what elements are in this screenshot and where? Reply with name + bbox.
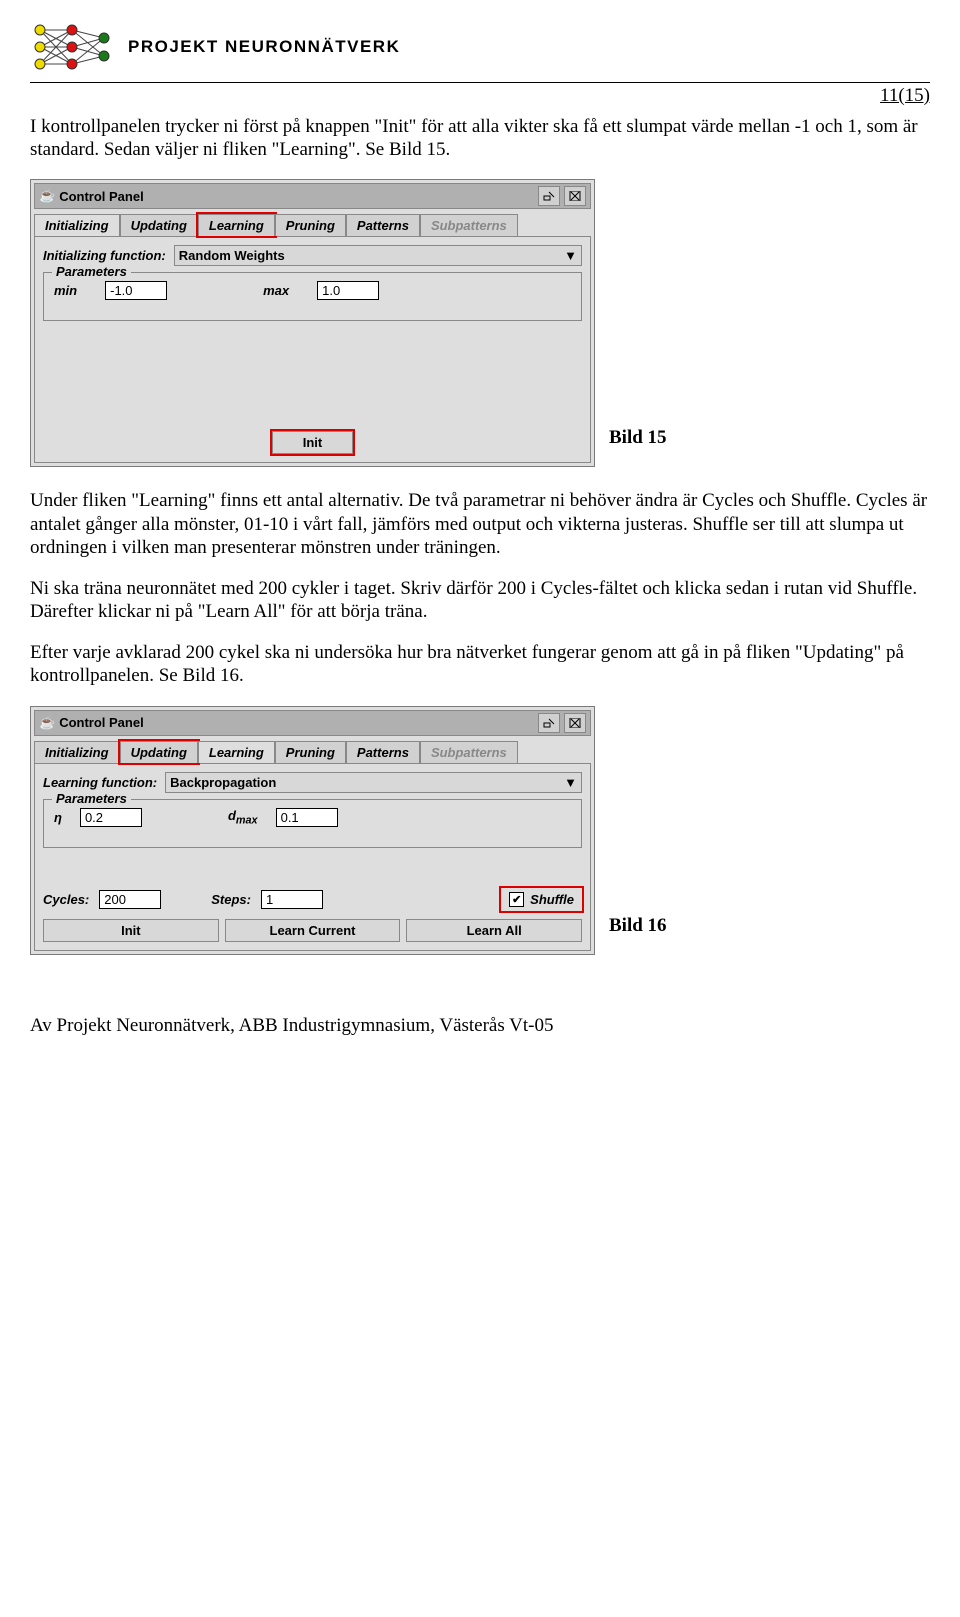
learn-current-button[interactable]: Learn Current xyxy=(225,919,401,942)
figure-caption-15: Bild 15 xyxy=(609,427,667,449)
logo-network-icon xyxy=(30,20,114,74)
chevron-down-icon: ▼ xyxy=(564,775,577,790)
cycles-input[interactable]: 200 xyxy=(99,890,161,909)
close-icon[interactable] xyxy=(564,186,586,206)
tab-strip: Initializing Updating Learning Pruning P… xyxy=(34,741,591,763)
control-panel-screenshot-2: ☕ Control Panel Initializing Updating Le… xyxy=(30,706,595,955)
init-button[interactable]: Init xyxy=(272,431,354,454)
tab-initializing[interactable]: Initializing xyxy=(34,214,120,236)
tab-patterns[interactable]: Patterns xyxy=(346,214,420,236)
tab-learning[interactable]: Learning xyxy=(198,741,275,763)
max-label: max xyxy=(263,283,289,298)
dmax-input[interactable]: 0.1 xyxy=(276,808,338,827)
tab-learning[interactable]: Learning xyxy=(198,214,275,236)
eta-label: η xyxy=(54,810,62,825)
dropdown-value: Random Weights xyxy=(179,248,285,263)
paragraph-1: I kontrollpanelen trycker ni först på kn… xyxy=(30,115,930,161)
parameters-legend: Parameters xyxy=(52,264,131,279)
shuffle-checkbox[interactable]: ✔ xyxy=(509,892,524,907)
paragraph-2: Under fliken "Learning" finns ett antal … xyxy=(30,489,930,559)
shuffle-label: Shuffle xyxy=(530,892,574,907)
paragraph-4: Efter varje avklarad 200 cykel ska ni un… xyxy=(30,641,930,687)
coffee-icon: ☕ xyxy=(39,715,55,731)
tab-subpatterns: Subpatterns xyxy=(420,741,518,763)
tab-strip: Initializing Updating Learning Pruning P… xyxy=(34,214,591,236)
steps-label: Steps: xyxy=(211,892,251,907)
tab-pruning[interactable]: Pruning xyxy=(275,741,346,763)
learning-function-label: Learning function: xyxy=(43,775,157,790)
coffee-icon: ☕ xyxy=(39,188,55,204)
minimize-icon[interactable] xyxy=(538,186,560,206)
initializing-function-dropdown[interactable]: Random Weights ▼ xyxy=(174,245,582,266)
project-title: PROJEKT NEURONNÄTVERK xyxy=(128,37,400,57)
minimize-icon[interactable] xyxy=(538,713,560,733)
parameters-legend: Parameters xyxy=(52,791,131,806)
paragraph-3: Ni ska träna neuronnätet med 200 cykler … xyxy=(30,577,930,623)
init-button[interactable]: Init xyxy=(43,919,219,942)
document-header: PROJEKT NEURONNÄTVERK xyxy=(30,20,930,74)
eta-input[interactable]: 0.2 xyxy=(80,808,142,827)
chevron-down-icon: ▼ xyxy=(564,248,577,263)
close-icon[interactable] xyxy=(564,713,586,733)
tab-updating[interactable]: Updating xyxy=(120,741,198,763)
control-panel-screenshot-1: ☕ Control Panel Initializing Updating Le… xyxy=(30,179,595,467)
dmax-label: dmax xyxy=(228,808,258,827)
cycles-label: Cycles: xyxy=(43,892,89,907)
min-input[interactable]: -1.0 xyxy=(105,281,167,300)
steps-input[interactable]: 1 xyxy=(261,890,323,909)
initializing-function-label: Initializing function: xyxy=(43,248,166,263)
header-divider xyxy=(30,82,930,83)
footer-text: Av Projekt Neuronnätverk, ABB Industrigy… xyxy=(30,1015,930,1037)
min-label: min xyxy=(54,283,77,298)
learning-function-dropdown[interactable]: Backpropagation ▼ xyxy=(165,772,582,793)
window-title: Control Panel xyxy=(59,189,534,204)
tab-updating[interactable]: Updating xyxy=(120,214,198,236)
dropdown-value: Backpropagation xyxy=(170,775,276,790)
tab-subpatterns: Subpatterns xyxy=(420,214,518,236)
figure-caption-16: Bild 16 xyxy=(609,915,667,937)
tab-initializing[interactable]: Initializing xyxy=(34,741,120,763)
window-title: Control Panel xyxy=(59,715,534,730)
tab-patterns[interactable]: Patterns xyxy=(346,741,420,763)
page-number: 11(15) xyxy=(30,85,930,107)
learn-all-button[interactable]: Learn All xyxy=(406,919,582,942)
max-input[interactable]: 1.0 xyxy=(317,281,379,300)
tab-pruning[interactable]: Pruning xyxy=(275,214,346,236)
